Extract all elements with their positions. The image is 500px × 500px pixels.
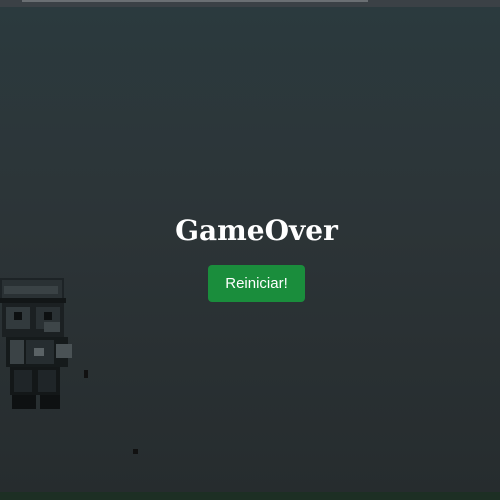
debris-particle bbox=[133, 449, 138, 454]
top-scroll-strip bbox=[0, 0, 500, 7]
top-scroll-bar bbox=[22, 0, 368, 2]
restart-button[interactable]: Reiniciar! bbox=[208, 265, 305, 302]
game-over-title: GameOver bbox=[175, 214, 338, 247]
debris-particle bbox=[84, 370, 88, 378]
game-canvas: GameOver Reiniciar! bbox=[0, 0, 500, 500]
pixel-character-icon bbox=[0, 278, 72, 409]
bottom-strip bbox=[0, 492, 500, 500]
